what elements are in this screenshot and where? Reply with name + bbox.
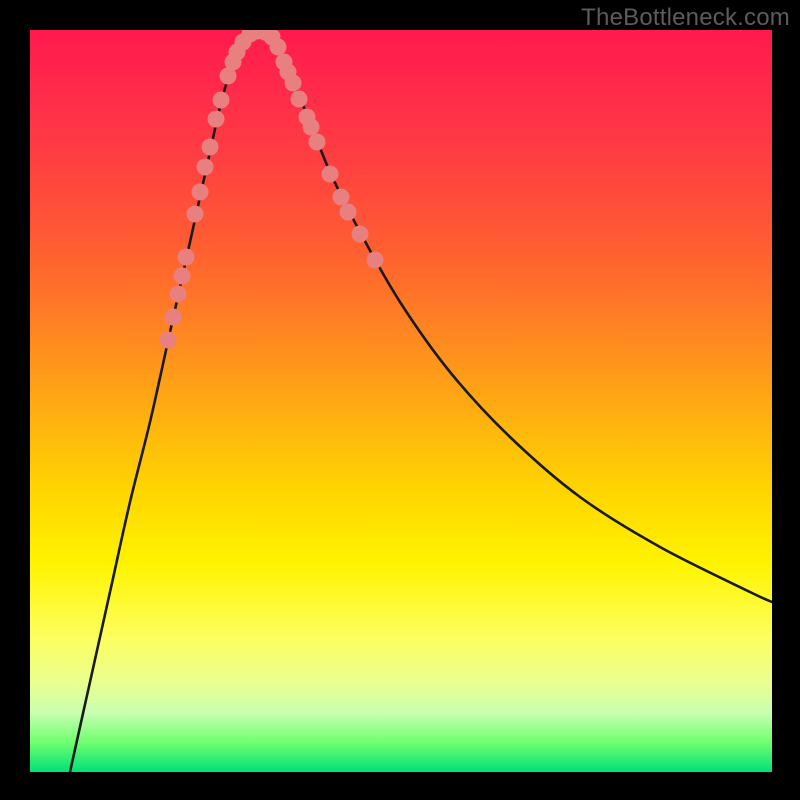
curve-marker (309, 134, 326, 151)
bottleneck-curve (70, 30, 772, 772)
curve-marker (303, 119, 320, 136)
curve-marker (285, 75, 302, 92)
curve-markers (160, 30, 384, 349)
curve-marker (322, 166, 339, 183)
curve-marker (197, 159, 214, 176)
plot-area (30, 30, 772, 772)
curve-marker (160, 332, 177, 349)
curve-marker (270, 39, 287, 56)
curve-marker (340, 204, 357, 221)
curve-marker (352, 226, 369, 243)
curve-marker (187, 206, 204, 223)
curve-marker (367, 252, 384, 269)
curve-marker (213, 92, 230, 109)
curve-marker (178, 249, 195, 266)
curve-marker (202, 139, 219, 156)
curve-marker (291, 91, 308, 108)
curve-marker (333, 189, 350, 206)
chart-frame: TheBottleneck.com (0, 0, 800, 800)
curve-marker (192, 184, 209, 201)
curve-marker (170, 286, 187, 303)
curve-marker (165, 309, 182, 326)
watermark-text: TheBottleneck.com (581, 4, 790, 32)
curve-marker (174, 268, 191, 285)
curve-layer (30, 30, 772, 772)
curve-marker (208, 111, 225, 128)
